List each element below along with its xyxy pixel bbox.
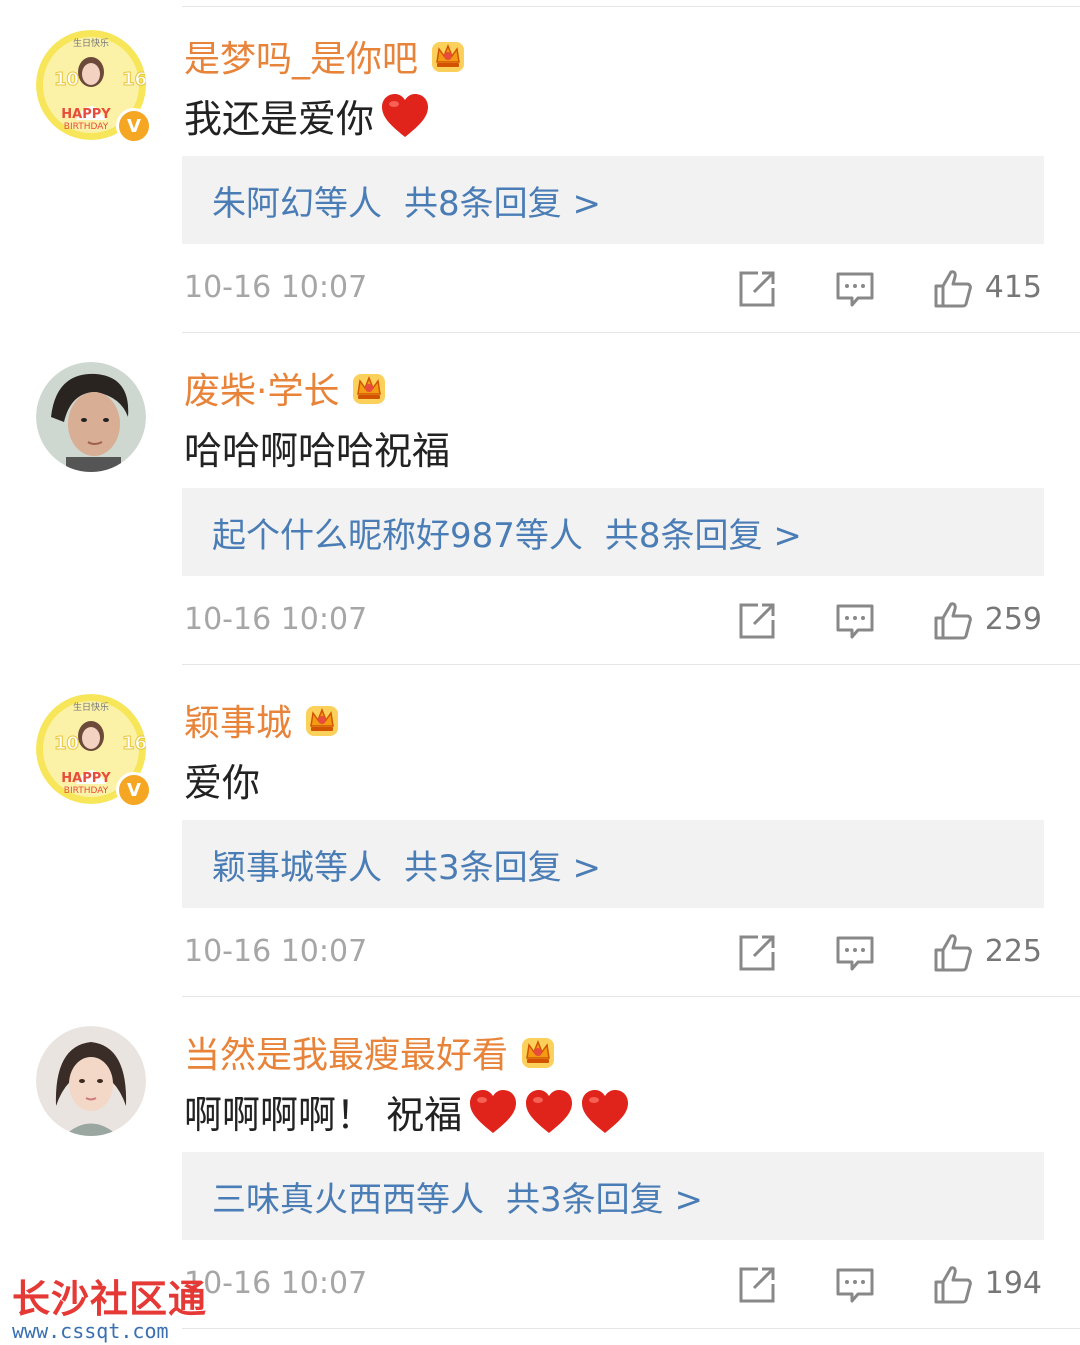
like-count: 259 <box>984 602 1042 637</box>
thumbs-up-icon[interactable] <box>932 932 974 974</box>
site-watermark: 长沙社区通 www.cssqt.com <box>12 1268 222 1343</box>
reply-count: 共3条回复 > <box>404 847 601 888</box>
comment-item: 生日快乐 10 16 HAPPY BIRTHDAY V 是梦吗_是你吧 我还是爱你 朱阿… <box>0 0 1080 333</box>
comment-icon[interactable] <box>834 600 876 642</box>
heart-emoji-icon <box>574 1089 630 1135</box>
heart-emoji-icon <box>462 1089 518 1135</box>
replies-link[interactable]: 三味真火西西等人 共3条回复 > <box>182 1152 1044 1240</box>
reply-names: 起个什么昵称好987等人 <box>212 515 583 556</box>
comment-item: 生日快乐 10 16 HAPPY BIRTHDAY V 颖事城 爱你 颖事城等人 共3条… <box>0 664 1080 997</box>
username[interactable]: 当然是我最瘦最好看 <box>184 1026 558 1078</box>
comment-text: 爱你 <box>184 752 260 807</box>
username[interactable]: 是梦吗_是你吧 <box>184 30 468 82</box>
svg-text:HAPPY: HAPPY <box>61 107 111 122</box>
verified-badge-icon: V <box>116 772 152 808</box>
young-man-avatar-image <box>36 362 146 472</box>
svg-text:16: 16 <box>122 733 146 754</box>
comment-icon[interactable] <box>834 932 876 974</box>
timestamp: 10-16 10:07 <box>184 934 368 969</box>
comment-text: 我还是爱你 <box>184 88 430 143</box>
svg-text:HAPPY: HAPPY <box>61 771 111 786</box>
comment-text: 哈哈啊哈哈祝福 <box>184 420 450 475</box>
comment-text: 啊啊啊啊！ 祝福 <box>184 1084 630 1139</box>
share-icon[interactable] <box>736 1264 778 1306</box>
username-text: 废柴·学长 <box>184 371 340 412</box>
username[interactable]: 颖事城 <box>184 694 342 746</box>
svg-text:生日快乐: 生日快乐 <box>73 701 109 713</box>
user-avatar[interactable] <box>36 1026 156 1146</box>
username[interactable]: 废柴·学长 <box>184 362 389 414</box>
timestamp: 10-16 10:07 <box>184 270 368 305</box>
username-text: 是梦吗_是你吧 <box>184 39 419 80</box>
user-avatar[interactable] <box>36 362 156 482</box>
replies-link[interactable]: 起个什么昵称好987等人 共8条回复 > <box>182 488 1044 576</box>
comment-icon[interactable] <box>834 1264 876 1306</box>
svg-text:BIRTHDAY: BIRTHDAY <box>64 122 109 132</box>
share-icon[interactable] <box>736 932 778 974</box>
crown-badge-icon <box>339 368 389 408</box>
username-text: 当然是我最瘦最好看 <box>184 1035 509 1076</box>
crown-badge-icon <box>418 36 468 76</box>
like-count: 415 <box>984 270 1042 305</box>
user-avatar[interactable]: 生日快乐 10 16 HAPPY BIRTHDAY V <box>36 694 156 814</box>
reply-names: 颖事城等人 <box>212 847 382 888</box>
crown-badge-icon <box>508 1032 558 1072</box>
svg-text:生日快乐: 生日快乐 <box>73 37 109 49</box>
timestamp: 10-16 10:07 <box>184 602 368 637</box>
reply-count: 共8条回复 > <box>604 515 802 556</box>
svg-text:10: 10 <box>54 733 79 754</box>
svg-text:10: 10 <box>54 69 79 90</box>
comment-item: 废柴·学长 哈哈啊哈哈祝福 起个什么昵称好987等人 共8条回复 > 10-16… <box>0 332 1080 665</box>
reply-names: 三味真火西西等人 <box>212 1179 484 1220</box>
user-avatar[interactable]: 生日快乐 10 16 HAPPY BIRTHDAY V <box>36 30 156 150</box>
reply-count: 共8条回复 > <box>404 183 601 224</box>
comment-body: 啊啊啊啊！ 祝福 <box>184 1093 463 1137</box>
svg-text:16: 16 <box>122 69 146 90</box>
svg-text:BIRTHDAY: BIRTHDAY <box>64 786 109 796</box>
reply-names: 朱阿幻等人 <box>212 183 382 224</box>
like-count: 194 <box>984 1266 1042 1301</box>
reply-count: 共3条回复 > <box>506 1179 703 1220</box>
comment-divider <box>182 1328 1080 1329</box>
replies-link[interactable]: 朱阿幻等人 共8条回复 > <box>182 156 1044 244</box>
thumbs-up-icon[interactable] <box>932 1264 974 1306</box>
heart-emoji-icon <box>518 1089 574 1135</box>
comment-body: 哈哈啊哈哈祝福 <box>184 429 451 473</box>
comment-icon[interactable] <box>834 268 876 310</box>
username-text: 颖事城 <box>184 703 293 744</box>
replies-link[interactable]: 颖事城等人 共3条回复 > <box>182 820 1044 908</box>
heart-emoji-icon <box>374 93 430 139</box>
crown-badge-icon <box>292 700 342 740</box>
comment-body: 我还是爱你 <box>184 97 375 141</box>
thumbs-up-icon[interactable] <box>932 268 974 310</box>
verified-badge-icon: V <box>116 108 152 144</box>
share-icon[interactable] <box>736 268 778 310</box>
comment-body: 爱你 <box>184 761 261 805</box>
like-count: 225 <box>984 934 1042 969</box>
watermark-title: 长沙社区通 <box>12 1277 208 1321</box>
thumbs-up-icon[interactable] <box>932 600 974 642</box>
young-woman-avatar-image <box>36 1026 146 1136</box>
share-icon[interactable] <box>736 600 778 642</box>
